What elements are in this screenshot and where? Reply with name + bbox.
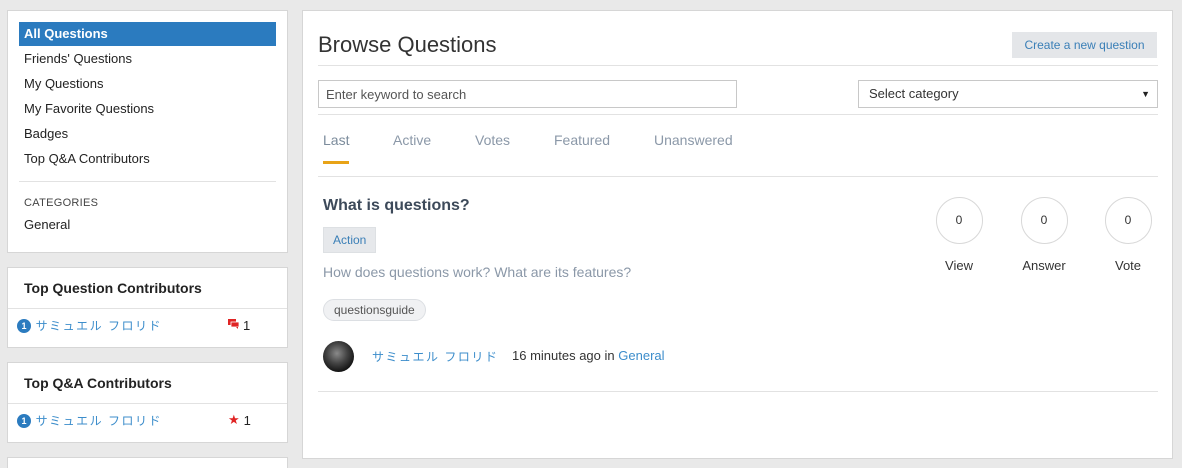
stat-value: 0: [1020, 197, 1068, 244]
panel-title: Top Q&A Contributors: [8, 363, 287, 404]
tab-votes[interactable]: Votes: [475, 132, 510, 164]
search-input[interactable]: [318, 80, 737, 108]
nav-divider: [19, 181, 276, 182]
tab-featured[interactable]: Featured: [554, 132, 610, 164]
divider: [318, 391, 1158, 392]
nav-item-top-qa-contributors[interactable]: Top Q&A Contributors: [19, 146, 276, 171]
create-question-button[interactable]: Create a new question: [1012, 32, 1157, 58]
tab-last[interactable]: Last: [323, 132, 350, 164]
contributor-name-link[interactable]: サミュエル フロリド: [36, 319, 162, 333]
nav-item-my-questions[interactable]: My Questions: [19, 71, 276, 96]
partial-panel: [7, 457, 288, 468]
stat-label: Vote: [1114, 258, 1142, 273]
stat-value: 0: [935, 197, 983, 244]
nav-item-my-favorite-questions[interactable]: My Favorite Questions: [19, 96, 276, 121]
stat-label: View: [945, 258, 973, 273]
post-time: 16 minutes ago: [512, 348, 601, 363]
contributor-stat: ★ 1: [228, 413, 251, 428]
contributor-row: 1 サミュエル フロリド 1: [8, 309, 287, 343]
nav-panel: All Questions Friends' Questions My Ques…: [7, 10, 288, 253]
rank-badge: 1: [17, 413, 31, 428]
chat-icon: [228, 319, 239, 329]
post-category-link[interactable]: General: [618, 348, 664, 363]
page-title: Browse Questions: [318, 32, 497, 57]
tab-unanswered[interactable]: Unanswered: [654, 132, 733, 164]
author-name-link[interactable]: サミュエル フロリド: [372, 348, 498, 365]
question-description: How does questions work? What are its fe…: [323, 264, 632, 280]
contributor-count: 1: [243, 413, 251, 428]
question-badge: Action: [323, 227, 377, 253]
divider: [318, 114, 1158, 115]
contributor-count: 1: [243, 318, 251, 333]
post-meta: 16 minutes ago in General: [512, 348, 665, 363]
top-qa-contributors-panel: Top Q&A Contributors 1 サミュエル フロリド ★ 1: [7, 362, 288, 443]
stat-view: 0 View: [929, 197, 989, 273]
category-item-general[interactable]: General: [19, 215, 276, 235]
tab-label: Last: [323, 132, 350, 148]
question-title-link[interactable]: What is questions?: [323, 197, 470, 215]
stat-label: Answer: [1022, 258, 1066, 273]
nav-item-all-questions[interactable]: All Questions: [19, 22, 276, 46]
main-panel: Browse Questions Create a new question S…: [302, 10, 1173, 459]
tab-active[interactable]: Active: [393, 132, 431, 164]
contributor-name-link[interactable]: サミュエル フロリド: [36, 414, 162, 428]
panel-title: Top Question Contributors: [8, 268, 287, 309]
avatar[interactable]: [323, 341, 354, 372]
top-question-contributors-panel: Top Question Contributors 1 サミュエル フロリド 1: [7, 267, 288, 348]
active-tab-underline: [323, 161, 350, 164]
nav-item-friends-questions[interactable]: Friends' Questions: [19, 46, 276, 71]
caret-down-icon: ▼: [1141, 89, 1150, 99]
contributor-row: 1 サミュエル フロリド ★ 1: [8, 404, 287, 438]
rank-badge: 1: [17, 318, 31, 333]
nav-item-badges[interactable]: Badges: [19, 121, 276, 146]
category-select-value: Select category: [869, 86, 959, 101]
categories-heading: CATEGORIES: [24, 197, 99, 209]
star-icon: ★: [228, 412, 240, 427]
divider: [318, 176, 1158, 177]
post-in-word: in: [604, 348, 615, 363]
question-tag[interactable]: questionsguide: [323, 299, 426, 321]
contributor-stat: 1: [228, 318, 250, 333]
category-select[interactable]: Select category ▼: [858, 80, 1158, 108]
stat-value: 0: [1104, 197, 1152, 244]
divider: [318, 65, 1158, 66]
stat-answer: 0 Answer: [1014, 197, 1074, 273]
stat-vote: 0 Vote: [1098, 197, 1158, 273]
